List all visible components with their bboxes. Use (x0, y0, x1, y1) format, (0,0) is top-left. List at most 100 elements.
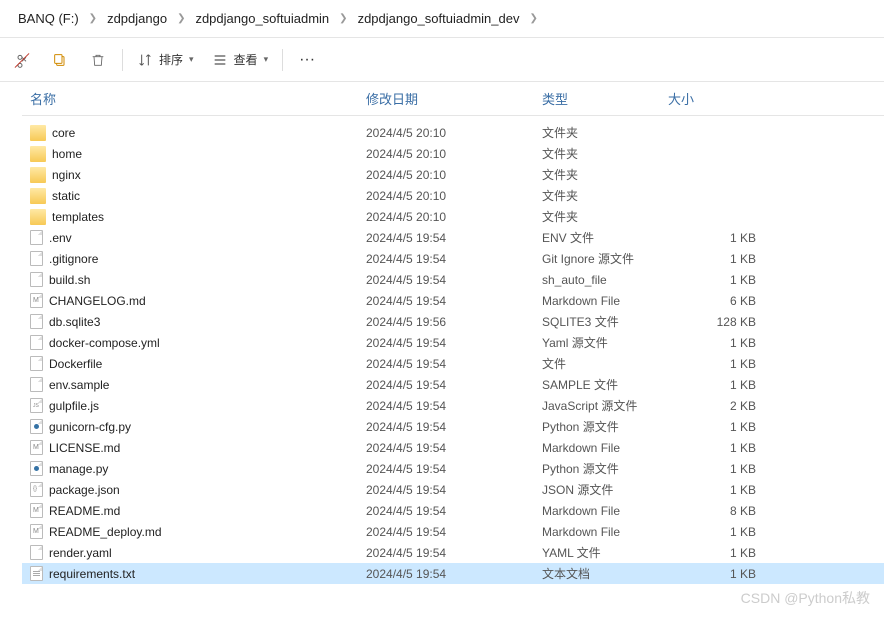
chevron-right-icon: ❯ (177, 13, 185, 24)
col-header-date[interactable]: 修改日期 (358, 89, 534, 108)
file-date: 2024/4/5 19:56 (358, 315, 534, 329)
chevron-right-icon: ❯ (529, 13, 537, 24)
file-row[interactable]: LICENSE.md2024/4/5 19:54Markdown File1 K… (22, 437, 884, 458)
file-size: 8 KB (660, 504, 780, 518)
file-icon (30, 272, 43, 287)
file-row[interactable]: env.sample2024/4/5 19:54SAMPLE 文件1 KB (22, 374, 884, 395)
file-name-cell: db.sqlite3 (22, 314, 358, 329)
file-row[interactable]: manage.py2024/4/5 19:54Python 源文件1 KB (22, 458, 884, 479)
file-row[interactable]: build.sh2024/4/5 19:54sh_auto_file1 KB (22, 269, 884, 290)
folder-icon (30, 188, 46, 204)
file-row[interactable]: docker-compose.yml2024/4/5 19:54Yaml 源文件… (22, 332, 884, 353)
file-icon (30, 482, 43, 497)
file-row[interactable]: package.json2024/4/5 19:54JSON 源文件1 KB (22, 479, 884, 500)
file-type: ENV 文件 (534, 229, 660, 246)
delete-button[interactable] (80, 44, 116, 76)
file-size: 1 KB (660, 231, 780, 245)
file-size: 1 KB (660, 567, 780, 581)
more-button[interactable]: ··· (289, 51, 325, 69)
file-size: 1 KB (660, 462, 780, 476)
file-row[interactable]: README.md2024/4/5 19:54Markdown File8 KB (22, 500, 884, 521)
file-date: 2024/4/5 19:54 (358, 504, 534, 518)
list-icon (212, 52, 228, 68)
file-row[interactable]: requirements.txt 2024/4/5 19:54文本文档1 KB (22, 563, 884, 584)
chevron-right-icon: ❯ (339, 13, 347, 24)
file-icon (30, 419, 43, 434)
file-name-cell: .gitignore (22, 251, 358, 266)
file-date: 2024/4/5 19:54 (358, 525, 534, 539)
file-icon (30, 566, 43, 581)
copy-button[interactable] (42, 44, 78, 76)
file-date: 2024/4/5 19:54 (358, 462, 534, 476)
file-row[interactable]: render.yaml2024/4/5 19:54YAML 文件1 KB (22, 542, 884, 563)
file-date: 2024/4/5 19:54 (358, 273, 534, 287)
chevron-right-icon: ❯ (89, 13, 97, 24)
file-name: README.md (49, 504, 120, 518)
view-button[interactable]: 查看 ▾ (204, 44, 277, 76)
file-name-cell: docker-compose.yml (22, 335, 358, 350)
file-type: 文本文档 (534, 565, 660, 582)
file-row[interactable]: core2024/4/5 20:10文件夹 (22, 122, 884, 143)
file-type: YAML 文件 (534, 544, 660, 561)
file-date: 2024/4/5 20:10 (358, 189, 534, 203)
file-row[interactable]: .env2024/4/5 19:54ENV 文件1 KB (22, 227, 884, 248)
file-row[interactable]: README_deploy.md2024/4/5 19:54Markdown F… (22, 521, 884, 542)
file-type: JSON 源文件 (534, 481, 660, 498)
folder-icon (30, 209, 46, 225)
file-date: 2024/4/5 20:10 (358, 126, 534, 140)
crumb-0[interactable]: BANQ (F:) (8, 11, 89, 26)
file-date: 2024/4/5 20:10 (358, 168, 534, 182)
file-name: package.json (49, 483, 120, 497)
cut-button[interactable] (4, 44, 40, 76)
file-row[interactable]: db.sqlite32024/4/5 19:56SQLITE3 文件128 KB (22, 311, 884, 332)
file-name: CHANGELOG.md (49, 294, 146, 308)
view-label: 查看 (234, 51, 258, 68)
file-name: db.sqlite3 (49, 315, 100, 329)
file-row[interactable]: CHANGELOG.md2024/4/5 19:54Markdown File6… (22, 290, 884, 311)
file-date: 2024/4/5 19:54 (358, 294, 534, 308)
file-name-cell: CHANGELOG.md (22, 293, 358, 308)
file-date: 2024/4/5 19:54 (358, 378, 534, 392)
file-icon (30, 440, 43, 455)
ellipsis-icon: ··· (299, 51, 315, 68)
crumb-3[interactable]: zdpdjango_softuiadmin_dev (348, 11, 530, 26)
file-size: 1 KB (660, 546, 780, 560)
file-row[interactable]: .gitignore2024/4/5 19:54Git Ignore 源文件1 … (22, 248, 884, 269)
file-row[interactable]: Dockerfile2024/4/5 19:54文件1 KB (22, 353, 884, 374)
file-date: 2024/4/5 19:54 (358, 357, 534, 371)
file-date: 2024/4/5 19:54 (358, 546, 534, 560)
crumb-2[interactable]: zdpdjango_softuiadmin (185, 11, 339, 26)
file-row[interactable]: nginx2024/4/5 20:10文件夹 (22, 164, 884, 185)
file-type: Git Ignore 源文件 (534, 250, 660, 267)
breadcrumb-bar: BANQ (F:) ❯ zdpdjango ❯ zdpdjango_softui… (0, 0, 884, 38)
file-name-cell: LICENSE.md (22, 440, 358, 455)
file-name: LICENSE.md (49, 441, 120, 455)
scissors-icon (14, 52, 30, 68)
file-row[interactable]: gulpfile.js2024/4/5 19:54JavaScript 源文件2… (22, 395, 884, 416)
crumb-1[interactable]: zdpdjango (97, 11, 177, 26)
file-name-cell: gulpfile.js (22, 398, 358, 413)
file-name: README_deploy.md (49, 525, 162, 539)
file-row[interactable]: templates2024/4/5 20:10文件夹 (22, 206, 884, 227)
file-type: 文件夹 (534, 208, 660, 225)
file-row[interactable]: static2024/4/5 20:10文件夹 (22, 185, 884, 206)
file-name-cell: static (22, 188, 358, 204)
file-type: SAMPLE 文件 (534, 376, 660, 393)
col-header-size[interactable]: 大小 (660, 89, 780, 108)
col-header-type[interactable]: 类型 (534, 89, 660, 108)
file-type: SQLITE3 文件 (534, 313, 660, 330)
file-row[interactable]: home2024/4/5 20:10文件夹 (22, 143, 884, 164)
file-date: 2024/4/5 19:54 (358, 441, 534, 455)
file-date: 2024/4/5 19:54 (358, 567, 534, 581)
file-row[interactable]: gunicorn-cfg.py2024/4/5 19:54Python 源文件1… (22, 416, 884, 437)
file-name: docker-compose.yml (49, 336, 160, 350)
file-list-pane: 名称 修改日期 类型 大小 core2024/4/5 20:10文件夹home2… (0, 82, 884, 618)
col-header-name[interactable]: 名称 (22, 89, 358, 108)
file-name: requirements.txt (49, 567, 135, 581)
file-icon (30, 377, 43, 392)
file-date: 2024/4/5 20:10 (358, 147, 534, 161)
file-icon (30, 230, 43, 245)
sort-button[interactable]: 排序 ▾ (129, 44, 202, 76)
file-date: 2024/4/5 19:54 (358, 399, 534, 413)
file-name: .gitignore (49, 252, 98, 266)
